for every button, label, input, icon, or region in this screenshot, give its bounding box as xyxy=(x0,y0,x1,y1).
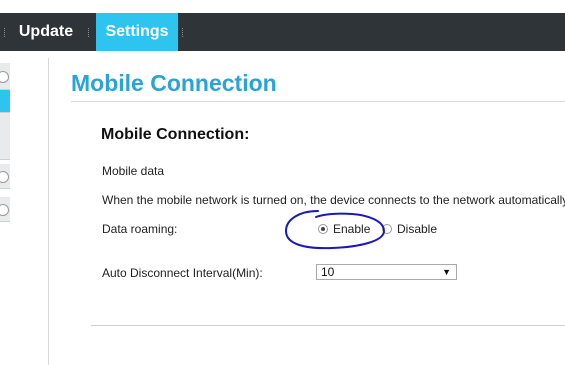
tab-settings[interactable]: Settings xyxy=(96,13,178,51)
page-title: Mobile Connection xyxy=(71,70,277,96)
data-roaming-label: Data roaming: xyxy=(102,222,178,236)
auto-disconnect-value: 10 xyxy=(321,265,335,279)
sidebar-item[interactable] xyxy=(0,164,10,189)
sidebar-item-icon xyxy=(0,204,9,216)
sidebar-item[interactable] xyxy=(0,63,10,90)
main-nav: Update Settings xyxy=(0,13,565,51)
tab-update[interactable]: Update xyxy=(8,13,84,51)
auto-disconnect-select[interactable]: 10 ▼ xyxy=(316,264,457,280)
mobile-data-label: Mobile data xyxy=(102,164,165,178)
nav-separator xyxy=(4,28,7,37)
chevron-down-icon: ▼ xyxy=(442,267,451,277)
auto-disconnect-label: Auto Disconnect Interval(Min): xyxy=(102,266,263,280)
disable-radio-label[interactable]: Disable xyxy=(397,222,437,236)
content-divider xyxy=(48,58,49,365)
sidebar xyxy=(0,51,10,365)
section-title: Mobile Connection: xyxy=(101,126,250,143)
bottom-divider xyxy=(91,325,565,326)
title-divider xyxy=(71,101,565,102)
nav-separator xyxy=(88,28,91,37)
sidebar-item-icon xyxy=(0,71,9,83)
annotation-circle xyxy=(284,210,386,250)
sidebar-item-icon xyxy=(0,171,9,183)
sidebar-item[interactable] xyxy=(0,113,10,160)
sidebar-item[interactable] xyxy=(0,197,10,222)
sidebar-item-active[interactable] xyxy=(0,90,10,113)
top-strip xyxy=(0,0,565,13)
nav-separator xyxy=(182,28,185,37)
